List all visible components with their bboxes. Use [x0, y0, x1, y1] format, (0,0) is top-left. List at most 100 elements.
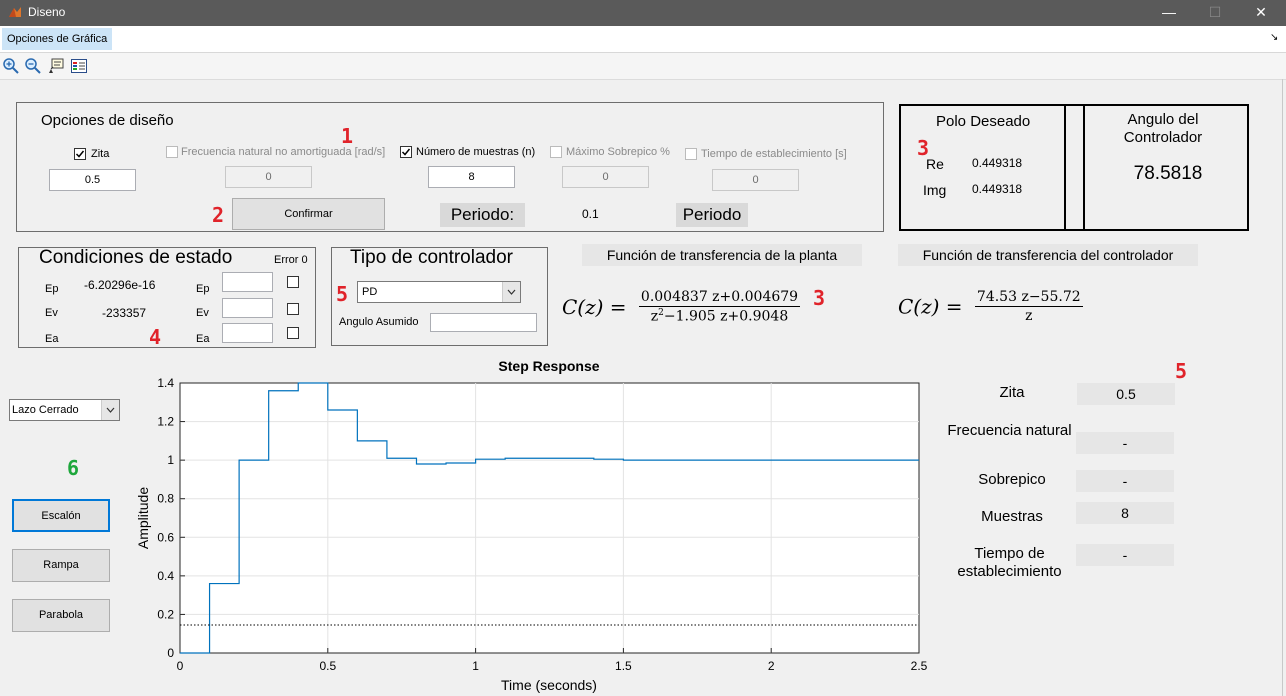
ep-checkbox[interactable] — [287, 276, 299, 288]
plant-tf-denominator: z2−1.905 z+0.9048 — [650, 308, 789, 325]
result-zita-value: 0.5 — [1077, 383, 1175, 405]
close-button[interactable]: ✕ — [1238, 0, 1284, 26]
ep-label: Ep — [45, 283, 59, 295]
overshoot-input[interactable]: 0 — [562, 166, 649, 188]
state-conditions-title: Condiciones de estado — [39, 247, 233, 268]
result-settling-label: Tiempo de establecimiento — [957, 545, 1062, 580]
x-tick-label: 0 — [177, 659, 184, 673]
title-bar: Diseno — ☐ ✕ — [0, 0, 1286, 26]
annotation-2: 2 — [212, 203, 225, 227]
annotation-1: 1 — [341, 124, 354, 148]
chart-title: Step Response — [498, 358, 599, 374]
plant-tf-lhs: C(z) = — [562, 294, 627, 319]
data-cursor-icon[interactable] — [47, 57, 65, 75]
result-settling-value: - — [1076, 544, 1174, 566]
samples-input[interactable]: 8 — [428, 166, 515, 188]
y-tick-label: 1 — [167, 453, 174, 467]
y-tick-label: 0.4 — [157, 569, 174, 583]
ep-label-2: Ep — [196, 283, 210, 295]
ea-checkbox[interactable] — [287, 327, 299, 339]
zoom-out-icon[interactable] — [24, 57, 42, 75]
desired-pole-title: Polo Deseado — [936, 113, 1031, 130]
period-value: 0.1 — [582, 207, 599, 221]
y-tick-label: 0 — [167, 646, 174, 660]
undock-corner-icon[interactable]: ↘ — [1270, 32, 1278, 43]
parabola-button[interactable]: Parabola — [12, 599, 110, 632]
right-edge — [1282, 79, 1283, 696]
assumed-angle-input[interactable] — [430, 313, 537, 332]
controller-tf-title: Función de transferencia del controlador — [898, 244, 1198, 266]
step-response-chart[interactable]: Step Response 0 0.5 1 1.5 2 2.5 0 0.2 0.4 0.6 0.8 1… — [126, 354, 942, 696]
x-tick-label: 1.5 — [615, 659, 632, 673]
ea-label: Ea — [45, 333, 59, 345]
re-value: 0.449318 — [972, 156, 1023, 170]
ep-input[interactable] — [222, 272, 273, 292]
ev-label: Ev — [45, 307, 58, 319]
controller-type-selected: PD — [362, 286, 378, 298]
toolbar — [0, 53, 1286, 80]
samples-checkbox[interactable] — [400, 146, 412, 158]
annotation-3-tf: 3 — [813, 286, 826, 310]
assumed-angle-label: Angulo Asumido — [339, 316, 419, 328]
matlab-logo-icon — [9, 7, 21, 17]
img-label: Img — [923, 182, 947, 198]
panel-divider — [1066, 104, 1083, 231]
zita-input[interactable]: 0.5 — [49, 169, 136, 191]
ev-checkbox[interactable] — [287, 303, 299, 315]
x-tick-label: 0.5 — [319, 659, 336, 673]
check-icon — [401, 148, 411, 156]
freq-input[interactable]: 0 — [225, 166, 312, 188]
settling-label: Tiempo de establecimiento [s] — [701, 148, 847, 160]
x-tick-label: 2 — [768, 659, 775, 673]
zita-label: Zita — [91, 148, 110, 160]
legend-icon[interactable] — [70, 57, 88, 75]
annotation-5-results: 5 — [1175, 359, 1188, 383]
window-title: Diseno — [28, 5, 66, 19]
maximize-button[interactable]: ☐ — [1192, 0, 1238, 26]
samples-label: Número de muestras (n) — [416, 146, 536, 158]
loop-type-selected: Lazo Cerrado — [12, 404, 79, 416]
y-tick-label: 0.8 — [157, 492, 174, 506]
result-zita-label: Zita — [999, 384, 1025, 401]
ea-input[interactable] — [222, 323, 273, 343]
minimize-button[interactable]: — — [1146, 0, 1192, 26]
period-label: Periodo: — [440, 203, 525, 227]
controller-angle-value: 78.5818 — [1133, 163, 1203, 184]
freq-checkbox[interactable] — [166, 146, 178, 158]
zoom-in-icon[interactable] — [2, 57, 20, 75]
result-samples-label: Muestras — [981, 508, 1043, 525]
ev-value: -233357 — [102, 306, 147, 320]
controller-tf-denominator: z — [1025, 308, 1033, 324]
settling-input[interactable]: 0 — [712, 169, 799, 191]
annotation-5-controller: 5 — [336, 282, 349, 306]
ea-label-2: Ea — [196, 333, 210, 345]
dropdown-arrow-icon — [101, 400, 119, 420]
controller-type-select[interactable]: PD — [357, 281, 521, 303]
controller-type-title: Tipo de controlador — [350, 247, 514, 268]
plant-tf-equation: C(z) = 0.004837 z+0.004679 z2−1.905 z+0.… — [562, 289, 801, 325]
result-samples-value: 8 — [1076, 502, 1174, 524]
y-tick-label: 1.2 — [157, 415, 174, 429]
y-axis-label: Amplitude — [135, 487, 151, 549]
menu-opciones-grafica[interactable]: Opciones de Gráfica — [2, 28, 113, 50]
step-button[interactable]: Escalón — [12, 499, 110, 532]
x-tick-label: 1 — [472, 659, 479, 673]
zita-checkbox[interactable] — [74, 148, 86, 160]
controller-tf-numerator: 74.53 z−55.72 — [974, 289, 1083, 307]
controller-tf-equation: C(z) = 74.53 z−55.72 z — [898, 289, 1083, 324]
dropdown-arrow-icon — [502, 282, 520, 302]
result-freq-value: - — [1076, 432, 1174, 454]
menu-bar — [0, 26, 1286, 53]
confirm-button[interactable]: Confirmar — [232, 198, 385, 230]
result-overshoot-value: - — [1076, 470, 1174, 492]
overshoot-checkbox[interactable] — [550, 146, 562, 158]
x-tick-label: 2.5 — [911, 659, 928, 673]
settling-checkbox[interactable] — [685, 148, 697, 160]
loop-type-select[interactable]: Lazo Cerrado — [9, 399, 120, 421]
y-tick-label: 0.6 — [157, 530, 174, 544]
annotation-6: 6 — [67, 456, 80, 480]
ev-input[interactable] — [222, 298, 273, 318]
img-value: 0.449318 — [972, 182, 1023, 196]
ramp-button[interactable]: Rampa — [12, 549, 110, 582]
error-zero-label: Error 0 — [274, 254, 308, 266]
